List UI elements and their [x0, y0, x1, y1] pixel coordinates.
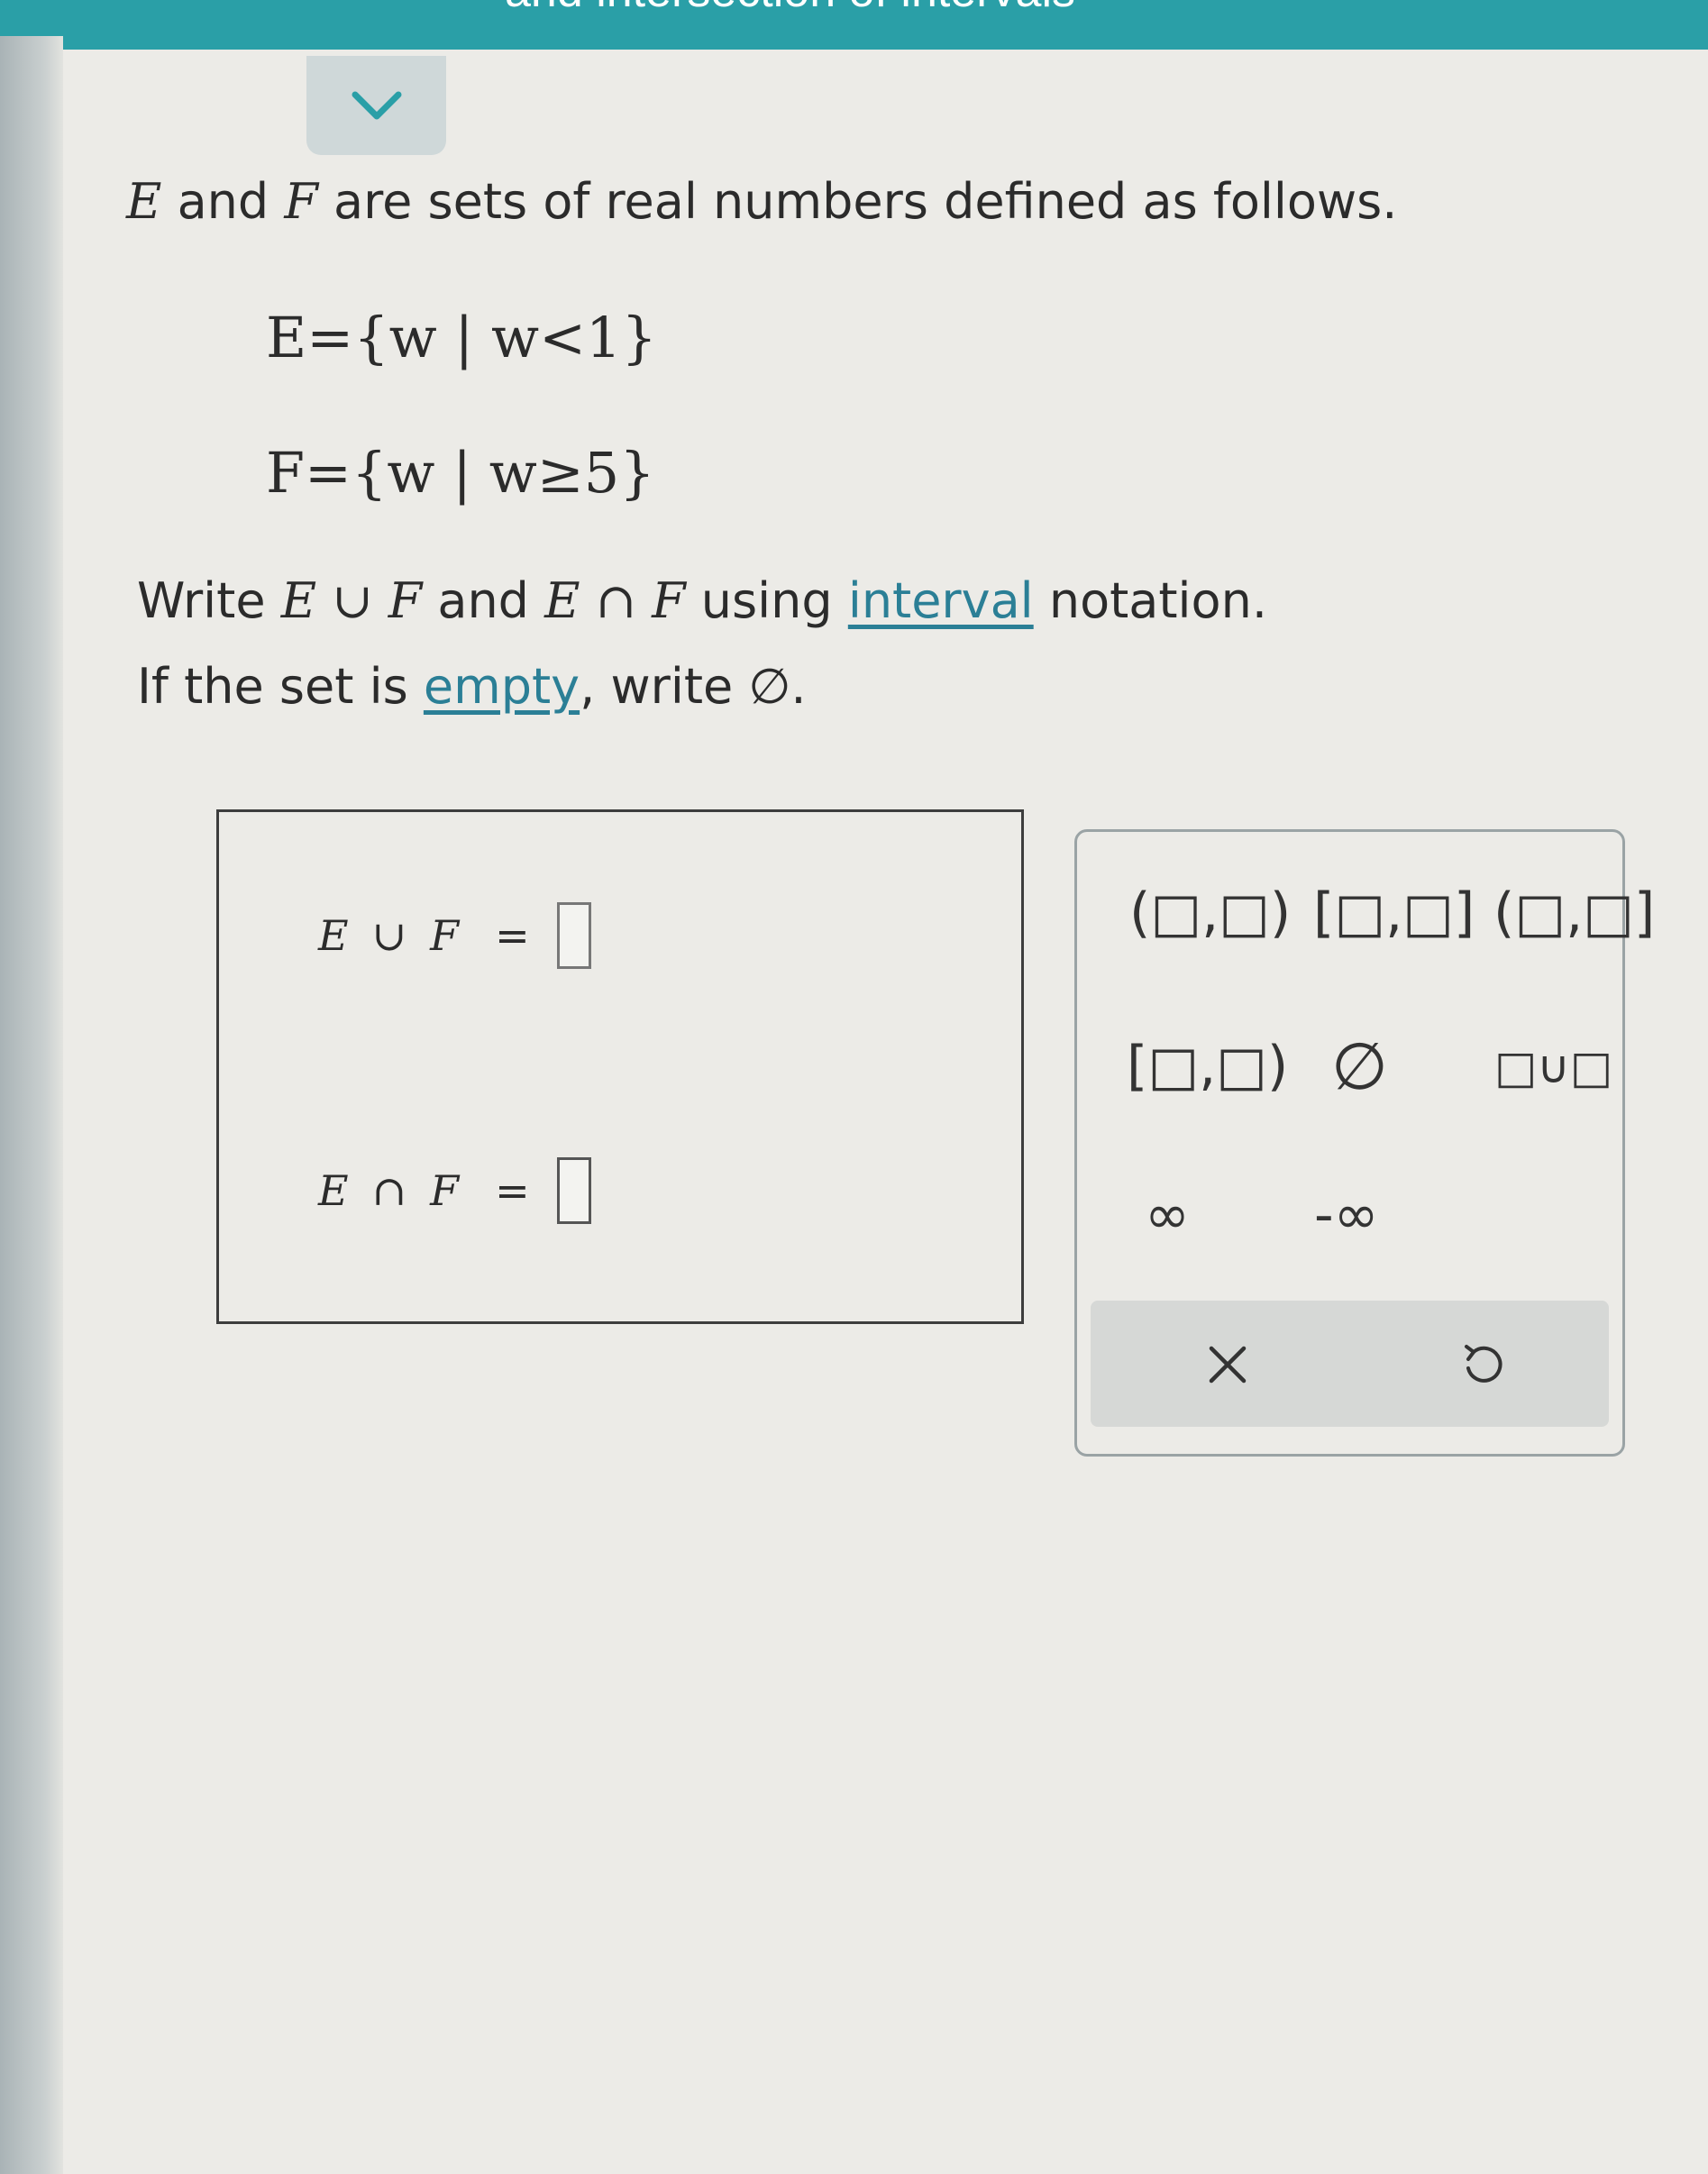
clear-button[interactable] [1192, 1333, 1264, 1396]
instr-union: E ∪ F [280, 572, 423, 629]
negative-infinity-key[interactable]: -∞ [1314, 1183, 1379, 1247]
empty-link[interactable]: empty [424, 658, 580, 715]
intro-text: are sets of real numbers defined as foll… [317, 173, 1398, 230]
math-keypad: (□,□) [□,□] (□,□] [□,□) ∅ □∪□ ∞ -∞ [1074, 829, 1655, 1457]
set-e-symbol: E [126, 173, 162, 230]
left-edge [0, 36, 63, 2174]
union-left: E [318, 911, 349, 960]
set-f-symbol: F [284, 173, 318, 230]
union-equals: = [495, 911, 530, 960]
union-key[interactable]: □∪□ [1494, 1041, 1612, 1093]
definition-e: E={w | w<1} [266, 305, 657, 370]
undo-icon [1465, 1345, 1502, 1383]
instr-using: using [685, 572, 848, 629]
closed-open-interval-key[interactable]: [□,□) [1127, 1035, 1288, 1098]
instruction-line-2: If the set is empty, write ∅. [137, 658, 807, 715]
intro-and: and [161, 173, 285, 230]
intersection-answer-input[interactable] [556, 1157, 591, 1224]
instr2-start: If the set is [137, 658, 424, 715]
page-title: and intersection of intervals [505, 0, 1075, 18]
closed-closed-interval-key[interactable]: [□,□] [1313, 881, 1475, 945]
instruction-line-1: Write E ∪ F and E ∩ F using interval not… [137, 572, 1267, 629]
keypad-action-tray [1091, 1301, 1609, 1427]
undo-button[interactable] [1447, 1333, 1519, 1396]
interval-link[interactable]: interval [848, 572, 1034, 629]
intersection-equals: = [495, 1166, 530, 1215]
union-operator: ∪ [371, 911, 407, 960]
union-answer-row: E ∪ F = [318, 902, 591, 969]
definition-f: F={w | w≥5} [266, 440, 655, 506]
infinity-key[interactable]: ∞ [1145, 1183, 1190, 1247]
open-closed-interval-key[interactable]: (□,□] [1493, 881, 1655, 945]
open-open-interval-key[interactable]: (□,□) [1129, 881, 1291, 945]
intersection-left: E [318, 1166, 349, 1215]
instr-write: Write [137, 572, 281, 629]
chevron-down-icon [352, 91, 401, 120]
instr-and: and [422, 572, 545, 629]
intersection-right: F [430, 1166, 460, 1215]
empty-set-key[interactable]: ∅ [1331, 1028, 1388, 1104]
instr-end: notation. [1033, 572, 1267, 629]
collapse-button[interactable] [306, 56, 446, 155]
intersection-operator: ∩ [371, 1166, 407, 1215]
answer-box: E ∪ F = E ∩ F = [216, 809, 1024, 1324]
x-icon [1209, 1346, 1247, 1384]
union-right: F [430, 911, 460, 960]
intersection-answer-row: E ∩ F = [318, 1157, 591, 1224]
instr-intersection: E ∩ F [544, 572, 686, 629]
question-intro: E and F are sets of real numbers defined… [126, 173, 1397, 230]
union-answer-input[interactable] [556, 902, 591, 969]
instr2-end: , write ∅. [580, 658, 807, 715]
